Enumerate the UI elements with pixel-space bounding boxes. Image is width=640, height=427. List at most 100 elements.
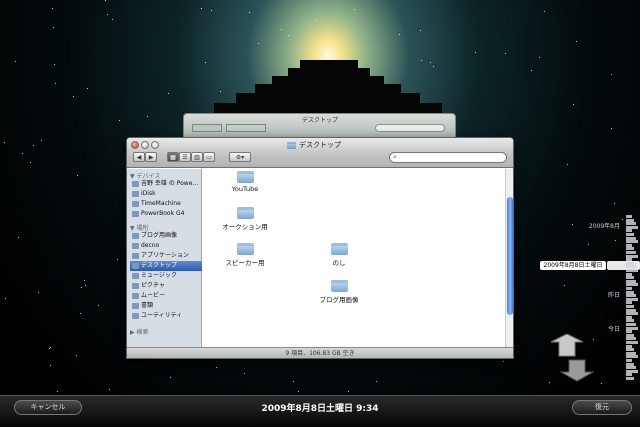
sidebar-item-timemachine[interactable]: TimeMachine bbox=[130, 199, 202, 209]
timeline-tick[interactable] bbox=[626, 240, 638, 244]
sidebar-item-blog-images[interactable]: ブログ用画像 bbox=[130, 231, 202, 241]
timeline-tick[interactable] bbox=[626, 323, 636, 326]
star bbox=[216, 367, 217, 368]
star bbox=[80, 313, 81, 314]
back-in-time-arrow-icon[interactable] bbox=[550, 334, 584, 357]
timeline-tick[interactable] bbox=[626, 283, 638, 287]
timeline-tick[interactable] bbox=[626, 326, 638, 330]
timeline-tick[interactable] bbox=[626, 294, 636, 298]
star bbox=[109, 389, 110, 390]
timeline-tick[interactable] bbox=[626, 265, 636, 269]
search-field[interactable]: ⌕ bbox=[389, 152, 507, 163]
file-item-noshi[interactable]: のし bbox=[309, 243, 369, 267]
sidebar-item-pictures[interactable]: ピクチャ bbox=[130, 281, 202, 291]
timeline-label-month[interactable]: 2009年8月 bbox=[589, 221, 620, 230]
timeline-tick[interactable] bbox=[626, 319, 634, 323]
sidebar-item-label: decno bbox=[141, 242, 160, 249]
timeline-tick[interactable] bbox=[626, 348, 634, 352]
timeline-tick[interactable] bbox=[626, 355, 638, 359]
timeline-tick[interactable] bbox=[626, 261, 634, 265]
close-button[interactable] bbox=[131, 141, 139, 149]
timeline-tick[interactable] bbox=[626, 377, 634, 380]
column-view-button[interactable]: ▥ bbox=[191, 152, 203, 162]
sidebar-header-search[interactable]: ▶ 検索 bbox=[130, 327, 149, 336]
cancel-button[interactable]: キャンセル bbox=[14, 400, 82, 415]
timeline-tick[interactable] bbox=[626, 254, 638, 258]
file-item-auction[interactable]: オークション用 bbox=[215, 207, 275, 231]
timeline-tick[interactable] bbox=[626, 218, 634, 222]
timeline-tick[interactable] bbox=[626, 272, 632, 276]
star bbox=[57, 391, 58, 392]
timeline-tick[interactable] bbox=[626, 297, 638, 301]
timeline-tick[interactable] bbox=[626, 333, 634, 337]
restore-button[interactable]: 復元 bbox=[572, 400, 632, 415]
timeline-tick[interactable] bbox=[626, 229, 632, 233]
timeline-tick[interactable] bbox=[626, 222, 636, 226]
timeline-tick[interactable] bbox=[626, 233, 634, 236]
sidebar-item-movies[interactable]: ムービー bbox=[130, 291, 202, 301]
timeline-tick[interactable] bbox=[626, 225, 638, 229]
timeline-tick[interactable] bbox=[626, 344, 632, 348]
timeline-tick[interactable] bbox=[626, 247, 634, 251]
forward-in-time-arrow-icon[interactable] bbox=[559, 359, 595, 382]
sidebar-item-utilities[interactable]: ユーティリティ bbox=[130, 311, 202, 321]
timeline-tick[interactable] bbox=[626, 341, 638, 344]
timeline-tick[interactable] bbox=[626, 305, 634, 308]
timeline-bar[interactable] bbox=[626, 215, 640, 380]
coverflow-view-button[interactable]: ▭ bbox=[203, 152, 215, 162]
sidebar-item-home[interactable]: decno bbox=[130, 241, 202, 251]
receding-window-edge bbox=[214, 103, 442, 113]
timeline-tick[interactable] bbox=[626, 243, 632, 247]
scrollbar-thumb[interactable] bbox=[507, 197, 513, 315]
timeline-tick[interactable] bbox=[626, 308, 636, 312]
zoom-button[interactable] bbox=[151, 141, 159, 149]
timeline-tick[interactable] bbox=[626, 359, 632, 362]
timeline-tick[interactable] bbox=[626, 362, 634, 366]
sidebar-item-powerbook[interactable]: PowerBook G4 bbox=[130, 209, 202, 219]
timeline-tick[interactable] bbox=[626, 236, 636, 240]
file-item-speaker[interactable]: スピーカー用 bbox=[215, 243, 275, 267]
timeline-tick[interactable] bbox=[626, 312, 638, 316]
window-title-text: デスクトップ bbox=[299, 141, 341, 149]
back-button[interactable]: ◀ bbox=[133, 152, 145, 162]
timeline-tick[interactable] bbox=[626, 366, 636, 370]
folder-icon bbox=[236, 207, 254, 219]
timeline-tick[interactable] bbox=[626, 290, 634, 294]
receding-window-edge bbox=[236, 93, 420, 103]
timeline-tick[interactable] bbox=[626, 251, 636, 254]
timeline-label-yesterday[interactable]: 昨日 bbox=[608, 290, 620, 299]
file-item-youtube[interactable]: YouTube bbox=[215, 171, 275, 193]
sidebar-item-desktop[interactable]: デスクトップ bbox=[130, 261, 202, 271]
timeline-tick[interactable] bbox=[626, 373, 632, 377]
timeline-tick[interactable] bbox=[626, 258, 632, 262]
timeline-tick[interactable] bbox=[626, 276, 634, 280]
icon-view-button[interactable]: ▦ bbox=[167, 152, 179, 162]
forward-button[interactable]: ▶ bbox=[145, 152, 157, 162]
file-item-blog-images[interactable]: ブログ用画像 bbox=[309, 280, 369, 304]
sidebar-item-applications[interactable]: アプリケーション bbox=[130, 251, 202, 261]
timeline-tick[interactable] bbox=[626, 351, 636, 355]
star bbox=[77, 175, 78, 176]
star bbox=[53, 27, 54, 28]
timeline-label-today[interactable]: 今日 bbox=[608, 324, 620, 333]
vertical-scrollbar[interactable] bbox=[505, 169, 513, 347]
sidebar-item-music[interactable]: ミュージック bbox=[130, 271, 202, 281]
timeline-tick[interactable] bbox=[626, 301, 632, 305]
timeline-tick[interactable] bbox=[626, 269, 638, 272]
timeline-tick[interactable] bbox=[626, 287, 632, 290]
timeline-tick[interactable] bbox=[626, 369, 638, 373]
action-menu-button[interactable]: ⚙▾ bbox=[229, 152, 251, 162]
timeline-tick[interactable] bbox=[626, 279, 636, 283]
sidebar-item-computer[interactable]: 吉野 幸雄 の Powe... bbox=[130, 179, 202, 189]
star bbox=[611, 128, 612, 129]
sidebar-item-documents[interactable]: 書類 bbox=[130, 301, 202, 311]
star bbox=[38, 292, 39, 293]
minimize-button[interactable] bbox=[141, 141, 149, 149]
timeline-tick[interactable] bbox=[626, 330, 632, 334]
sidebar-item-idisk[interactable]: iDisk bbox=[130, 189, 202, 199]
star bbox=[98, 305, 99, 306]
timeline-tick[interactable] bbox=[626, 215, 632, 218]
timeline-tick[interactable] bbox=[626, 337, 636, 341]
timeline-tick[interactable] bbox=[626, 315, 632, 319]
list-view-button[interactable]: ☰ bbox=[179, 152, 191, 162]
